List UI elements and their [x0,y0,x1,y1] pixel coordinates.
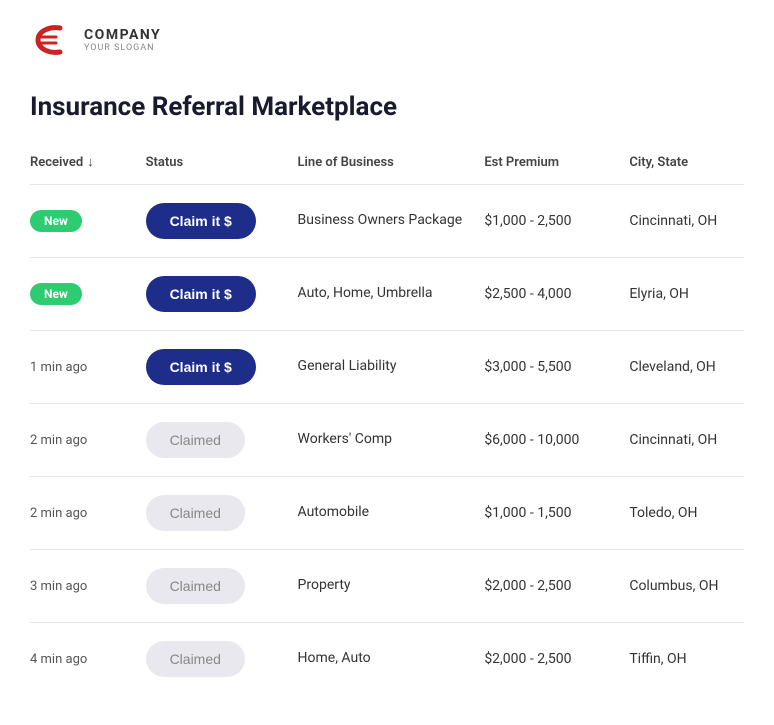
badge-new: New [30,210,82,232]
sort-icon: ↓ [87,154,94,170]
cell-lob: Business Owners Package [288,185,475,258]
cell-premium: $2,000 - 2,500 [474,623,619,696]
cell-status: Claim it $ [136,331,288,404]
badge-new: New [30,283,82,305]
cell-status: Claimed [136,550,288,623]
referral-table: Received ↓ Status Line of Business Est P… [30,146,744,695]
col-header-city: City, State [619,146,744,185]
claim-button[interactable]: Claim it $ [146,276,256,312]
cell-city: Columbus, OH [619,550,744,623]
table-row: 2 min ago Claimed Automobile$1,000 - 1,500… [30,477,744,550]
cell-status: Claim it $ [136,185,288,258]
cell-received: 1 min ago [30,331,136,404]
logo-text: COMPANY YOUR SLOGAN [84,27,161,53]
claimed-button: Claimed [146,641,245,677]
claim-button[interactable]: Claim it $ [146,349,256,385]
claim-button[interactable]: Claim it $ [146,203,256,239]
cell-received: New [30,258,136,331]
cell-lob: Auto, Home, Umbrella [288,258,475,331]
cell-lob: Automobile [288,477,475,550]
cell-lob: Property [288,550,475,623]
cell-received: 2 min ago [30,477,136,550]
cell-status: Claim it $ [136,258,288,331]
logo: COMPANY YOUR SLOGAN [30,18,161,62]
table-row: 3 min ago Claimed Property$2,000 - 2,500Co… [30,550,744,623]
table-body: NewClaim it $Business Owners Package$1,0… [30,185,744,696]
cell-received: 3 min ago [30,550,136,623]
cell-city: Cincinnati, OH [619,404,744,477]
claimed-button: Claimed [146,568,245,604]
cell-status: Claimed [136,623,288,696]
cell-city: Elyria, OH [619,258,744,331]
table-row: 4 min ago Claimed Home, Auto$2,000 - 2,500… [30,623,744,696]
cell-premium: $1,000 - 1,500 [474,477,619,550]
cell-city: Cincinnati, OH [619,185,744,258]
cell-lob: General Liability [288,331,475,404]
cell-premium: $2,500 - 4,000 [474,258,619,331]
col-header-status: Status [136,146,288,185]
company-slogan: YOUR SLOGAN [84,43,161,53]
cell-city: Toledo, OH [619,477,744,550]
cell-status: Claimed [136,404,288,477]
cell-city: Tiffin, OH [619,623,744,696]
cell-premium: $3,000 - 5,500 [474,331,619,404]
logo-icon [30,18,74,62]
col-header-premium: Est Premium [474,146,619,185]
table-row: New Claim it $ Business Owners Package$1,0… [30,185,744,258]
cell-lob: Home, Auto [288,623,475,696]
col-header-received: Received ↓ [30,146,136,185]
main-content: Insurance Referral Marketplace Received … [0,72,774,725]
table-header-row: Received ↓ Status Line of Business Est P… [30,146,744,185]
cell-status: Claimed [136,477,288,550]
cell-received: New [30,185,136,258]
cell-received: 4 min ago [30,623,136,696]
claimed-button: Claimed [146,495,245,531]
cell-city: Cleveland, OH [619,331,744,404]
cell-received: 2 min ago [30,404,136,477]
table-row: New Claim it $ Auto, Home, Umbrella$2,500 … [30,258,744,331]
company-name: COMPANY [84,27,161,43]
cell-premium: $2,000 - 2,500 [474,550,619,623]
cell-lob: Workers' Comp [288,404,475,477]
claimed-button: Claimed [146,422,245,458]
page-title: Insurance Referral Marketplace [30,92,744,122]
cell-premium: $6,000 - 10,000 [474,404,619,477]
cell-premium: $1,000 - 2,500 [474,185,619,258]
header: COMPANY YOUR SLOGAN [0,0,774,72]
table-row: 2 min ago Claimed Workers' Comp$6,000 - 10… [30,404,744,477]
col-header-lob: Line of Business [288,146,475,185]
table-row: 1 min ago Claim it $ General Liability$3,0… [30,331,744,404]
